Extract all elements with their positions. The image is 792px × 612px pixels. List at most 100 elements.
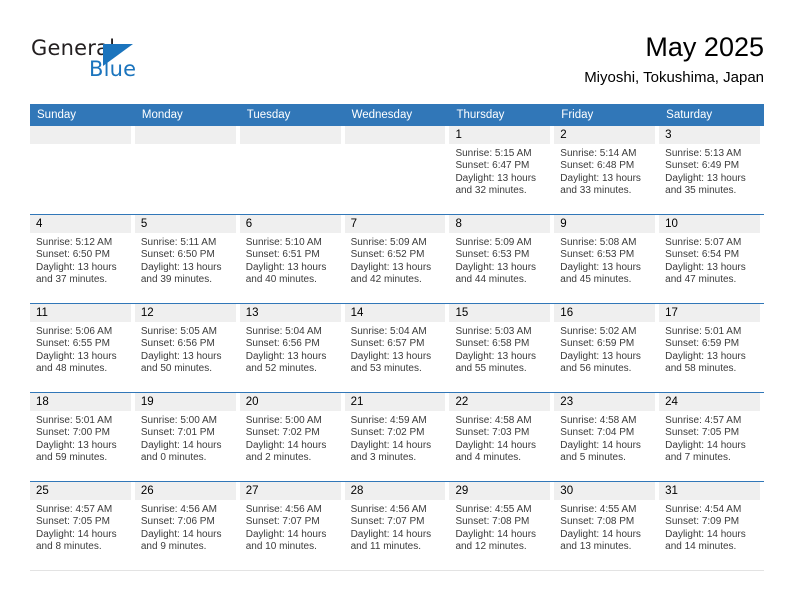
sunset-text: Sunset: 7:08 PM <box>455 516 530 528</box>
calendar-day-cell[interactable]: 13 Sunrise: 5:04 AM Sunset: 6:56 PM Dayligh… <box>239 304 345 392</box>
sunrise-text: Sunrise: 4:56 AM <box>350 504 427 515</box>
day-number-band: 14 <box>344 304 446 322</box>
calendar-day-cell[interactable]: 27 Sunrise: 4:56 AM Sunset: 7:07 PM Dayligh… <box>239 482 345 570</box>
daylight-text: Daylight: 14 hours and 8 minutes. <box>36 528 117 553</box>
calendar-day-cell[interactable]: 10 Sunrise: 5:07 AM Sunset: 6:54 PM Dayligh… <box>659 215 764 303</box>
calendar-day-cell[interactable]: 6 Sunrise: 5:10 AM Sunset: 6:51 PM Daylight… <box>239 215 345 303</box>
sunset-text: Sunset: 7:04 PM <box>560 427 635 439</box>
calendar-day-cell[interactable]: 1 Sunrise: 5:15 AM Sunset: 6:47 PM Daylight… <box>449 126 554 214</box>
sunrise-text: Sunrise: 4:58 AM <box>560 415 637 426</box>
sunrise-text: Sunrise: 5:09 AM <box>350 237 427 248</box>
calendar-day-cell[interactable]: 22 Sunrise: 4:58 AM Sunset: 7:03 PM Dayligh… <box>449 393 554 481</box>
sunset-text: Sunset: 6:53 PM <box>455 249 530 261</box>
calendar-day-cell[interactable]: 11 Sunrise: 5:06 AM Sunset: 6:55 PM Dayligh… <box>30 304 135 392</box>
sunset-text: Sunset: 7:06 PM <box>140 516 215 528</box>
daylight-text: Daylight: 14 hours and 2 minutes. <box>245 439 327 464</box>
day-number: 14 <box>350 307 364 319</box>
calendar-day-cell[interactable]: 30 Sunrise: 4:55 AM Sunset: 7:08 PM Dayligh… <box>554 482 659 570</box>
day-number: 29 <box>455 485 469 497</box>
daylight-text: Daylight: 14 hours and 3 minutes. <box>350 439 432 464</box>
sunrise-text: Sunrise: 5:06 AM <box>36 326 113 337</box>
daylight-text: Daylight: 14 hours and 12 minutes. <box>455 528 537 553</box>
sunset-text: Sunset: 7:02 PM <box>350 427 425 439</box>
day-number: 28 <box>350 485 364 497</box>
day-number-band: 13 <box>239 304 341 322</box>
day-sun-info: Sunrise: 4:55 AM Sunset: 7:08 PM Daylight:… <box>554 500 659 554</box>
sunrise-text: Sunrise: 5:15 AM <box>455 148 532 159</box>
day-sun-info: Sunrise: 4:56 AM Sunset: 7:07 PM Daylight:… <box>345 500 450 554</box>
calendar-day-cell[interactable]: 3 Sunrise: 5:13 AM Sunset: 6:49 PM Daylight… <box>659 126 764 214</box>
sunset-text: Sunset: 7:07 PM <box>350 516 425 528</box>
sunset-text: Sunset: 6:48 PM <box>560 160 635 172</box>
day-sun-info: Sunrise: 5:14 AM Sunset: 6:48 PM Daylight:… <box>554 144 659 198</box>
calendar-week-row: 18 Sunrise: 5:01 AM Sunset: 7:00 PM Dayligh… <box>30 393 764 482</box>
day-number-band: 1 <box>449 126 551 144</box>
sunrise-text: Sunrise: 4:59 AM <box>350 415 427 426</box>
sunrise-text: Sunrise: 4:57 AM <box>36 504 113 515</box>
weekday-header-tuesday: Tuesday <box>246 109 291 121</box>
calendar-day-cell[interactable]: 21 Sunrise: 4:59 AM Sunset: 7:02 PM Dayligh… <box>344 393 450 481</box>
day-sun-info: Sunrise: 5:05 AM Sunset: 6:56 PM Daylight:… <box>135 322 240 376</box>
daylight-text: Daylight: 13 hours and 56 minutes. <box>560 350 641 375</box>
day-number: 25 <box>36 485 49 497</box>
calendar-day-cell[interactable]: 23 Sunrise: 4:58 AM Sunset: 7:04 PM Dayligh… <box>554 393 659 481</box>
day-number-band: 24 <box>659 393 761 411</box>
calendar-day-cell[interactable]: 8 Sunrise: 5:09 AM Sunset: 6:53 PM Daylight… <box>449 215 554 303</box>
day-number-band: 17 <box>659 304 761 322</box>
calendar-day-cell[interactable]: 26 Sunrise: 4:56 AM Sunset: 7:06 PM Dayligh… <box>134 482 240 570</box>
day-number-band: 8 <box>449 215 551 233</box>
sunrise-text: Sunrise: 5:01 AM <box>36 415 113 426</box>
weekday-header-row: Sunday Monday Tuesday Wednesday Thursday… <box>30 104 764 126</box>
calendar-day-cell[interactable]: 5 Sunrise: 5:11 AM Sunset: 6:50 PM Daylight… <box>134 215 240 303</box>
calendar-day-cell[interactable]: 20 Sunrise: 5:00 AM Sunset: 7:02 PM Dayligh… <box>239 393 345 481</box>
sunset-text: Sunset: 6:50 PM <box>140 249 215 261</box>
calendar-day-cell[interactable]: 2 Sunrise: 5:14 AM Sunset: 6:48 PM Daylight… <box>554 126 659 214</box>
brand-name-blue: Blue <box>89 57 137 81</box>
day-number-band: 6 <box>239 215 341 233</box>
day-sun-info: Sunrise: 5:15 AM Sunset: 6:47 PM Daylight:… <box>449 144 554 198</box>
calendar-day-cell-empty <box>134 126 240 214</box>
day-sun-info: Sunrise: 5:13 AM Sunset: 6:49 PM Daylight:… <box>659 144 764 198</box>
calendar-day-cell[interactable]: 19 Sunrise: 5:00 AM Sunset: 7:01 PM Dayligh… <box>134 393 240 481</box>
calendar-week-row: 25 Sunrise: 4:57 AM Sunset: 7:05 PM Dayligh… <box>30 482 764 571</box>
calendar-day-cell[interactable]: 17 Sunrise: 5:01 AM Sunset: 6:59 PM Dayligh… <box>659 304 764 392</box>
calendar-day-cell[interactable]: 28 Sunrise: 4:56 AM Sunset: 7:07 PM Dayligh… <box>344 482 450 570</box>
daylight-text: Daylight: 13 hours and 45 minutes. <box>560 261 641 286</box>
day-sun-info: Sunrise: 4:56 AM Sunset: 7:06 PM Daylight:… <box>135 500 240 554</box>
calendar-day-cell[interactable]: 25 Sunrise: 4:57 AM Sunset: 7:05 PM Dayligh… <box>30 482 135 570</box>
calendar-day-cell[interactable]: 18 Sunrise: 5:01 AM Sunset: 7:00 PM Dayligh… <box>30 393 135 481</box>
sunrise-text: Sunrise: 5:12 AM <box>36 237 113 248</box>
calendar-day-cell[interactable]: 14 Sunrise: 5:04 AM Sunset: 6:57 PM Dayligh… <box>344 304 450 392</box>
sunset-text: Sunset: 6:53 PM <box>560 249 635 261</box>
calendar-day-cell[interactable]: 31 Sunrise: 4:54 AM Sunset: 7:09 PM Dayligh… <box>659 482 764 570</box>
day-number: 24 <box>665 396 678 408</box>
day-number: 26 <box>140 485 154 497</box>
sunrise-text: Sunrise: 4:55 AM <box>560 504 637 515</box>
daylight-text: Daylight: 13 hours and 52 minutes. <box>245 350 327 375</box>
day-number: 30 <box>560 485 574 497</box>
day-number-band: 2 <box>554 126 656 144</box>
day-number: 27 <box>245 485 259 497</box>
sunrise-text: Sunrise: 4:58 AM <box>455 415 532 426</box>
day-number-band: 22 <box>449 393 551 411</box>
daylight-text: Daylight: 13 hours and 39 minutes. <box>140 261 222 286</box>
calendar-day-cell[interactable]: 4 Sunrise: 5:12 AM Sunset: 6:50 PM Daylight… <box>30 215 135 303</box>
day-number: 20 <box>245 396 259 408</box>
daylight-text: Daylight: 13 hours and 55 minutes. <box>455 350 537 375</box>
calendar-day-cell[interactable]: 15 Sunrise: 5:03 AM Sunset: 6:58 PM Dayligh… <box>449 304 554 392</box>
day-sun-info: Sunrise: 5:02 AM Sunset: 6:59 PM Daylight:… <box>554 322 659 376</box>
calendar-day-cell[interactable]: 9 Sunrise: 5:08 AM Sunset: 6:53 PM Daylight… <box>554 215 659 303</box>
daylight-text: Daylight: 13 hours and 37 minutes. <box>36 261 117 286</box>
brand-logo[interactable]: General Blue <box>31 36 201 82</box>
calendar-day-cell[interactable]: 12 Sunrise: 5:05 AM Sunset: 6:56 PM Dayligh… <box>134 304 240 392</box>
calendar-day-cell[interactable]: 24 Sunrise: 4:57 AM Sunset: 7:05 PM Dayligh… <box>659 393 764 481</box>
calendar-day-cell[interactable]: 16 Sunrise: 5:02 AM Sunset: 6:59 PM Dayligh… <box>554 304 659 392</box>
calendar-day-cell[interactable]: 29 Sunrise: 4:55 AM Sunset: 7:08 PM Dayligh… <box>449 482 554 570</box>
sunrise-text: Sunrise: 5:14 AM <box>560 148 637 159</box>
calendar-day-cell[interactable]: 7 Sunrise: 5:09 AM Sunset: 6:52 PM Daylight… <box>344 215 450 303</box>
daylight-text: Daylight: 13 hours and 44 minutes. <box>455 261 537 286</box>
sunrise-text: Sunrise: 5:00 AM <box>140 415 218 426</box>
day-number-band <box>30 126 131 144</box>
day-sun-info: Sunrise: 5:08 AM Sunset: 6:53 PM Daylight:… <box>554 233 659 287</box>
sunset-text: Sunset: 7:08 PM <box>560 516 635 528</box>
